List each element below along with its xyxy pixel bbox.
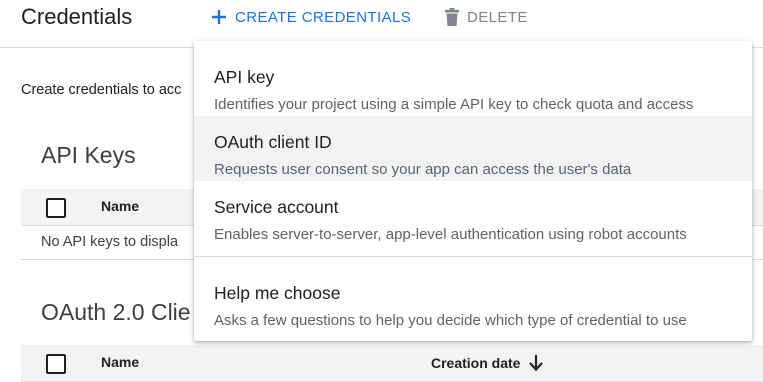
menu-item-description: Enables server-to-server, app-level auth… [214,226,687,243]
menu-item-api-key[interactable]: API key Identifies your project using a … [194,51,752,116]
menu-item-title: OAuth client ID [214,132,332,152]
api-keys-title: API Keys [41,142,136,168]
trash-icon [445,8,459,26]
api-keys-empty-text: No API keys to displa [41,234,179,250]
oauth-title: OAuth 2.0 Clie [41,299,191,325]
menu-item-description: Identifies your project using a simple A… [214,96,694,113]
menu-item-title: Service account [214,197,339,217]
menu-item-oauth-client-id[interactable]: OAuth client ID Requests user consent so… [194,116,752,181]
delete-label: DELETE [467,8,528,26]
page-title: Credentials [21,4,133,29]
menu-item-description: Asks a few questions to help you decide … [214,312,687,329]
add-icon [212,10,226,24]
oauth-select-all-checkbox[interactable] [46,354,66,374]
menu-item-service-account[interactable]: Service account Enables server-to-server… [194,181,752,246]
menu-item-title: Help me choose [214,283,341,303]
oauth-column-creation-date[interactable]: Creation date [431,354,544,372]
creation-date-label: Creation date [431,355,521,371]
credentials-page: Credentials CREATE CREDENTIALS DELETE Cr… [0,0,763,382]
create-credentials-menu: API key Identifies your project using a … [194,41,752,341]
oauth-table-header: Name Creation date [21,345,763,382]
api-keys-select-all-checkbox[interactable] [46,198,66,218]
delete-button[interactable]: DELETE [444,5,528,29]
arrow-down-icon [529,355,544,372]
menu-divider [194,256,752,257]
create-credentials-label: CREATE CREDENTIALS [235,8,412,26]
menu-item-help-me-choose[interactable]: Help me choose Asks a few questions to h… [194,267,752,332]
intro-text: Create credentials to acc [21,82,182,98]
api-keys-column-name[interactable]: Name [101,198,139,214]
create-credentials-button[interactable]: CREATE CREDENTIALS [210,5,411,29]
menu-item-description: Requests user consent so your app can ac… [214,161,632,178]
oauth-column-name[interactable]: Name [101,354,139,370]
menu-item-title: API key [214,67,275,87]
